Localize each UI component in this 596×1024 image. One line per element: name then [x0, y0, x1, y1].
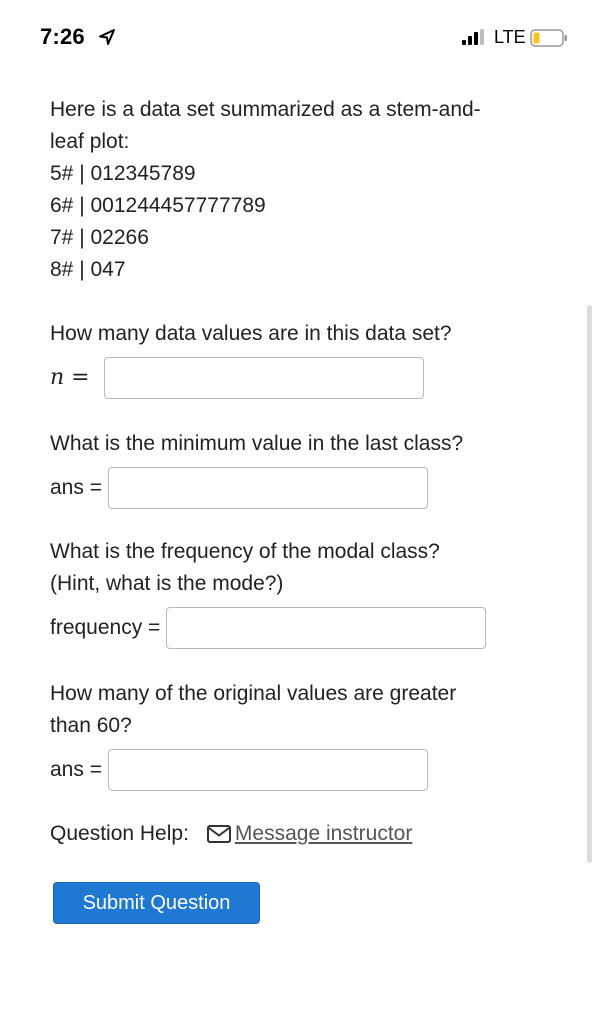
help-label: Question Help:: [50, 822, 189, 845]
mail-icon: [206, 825, 231, 843]
question-line: What is the frequency of the modal class…: [50, 540, 440, 563]
location-arrow-icon: [99, 29, 115, 45]
battery-icon: [530, 29, 567, 47]
question-3: What is the frequency of the modal class…: [50, 536, 570, 652]
question-text: How many of the original values are grea…: [50, 678, 570, 742]
question-2: What is the minimum value in the last cl…: [50, 428, 570, 512]
scrollbar[interactable]: [587, 305, 592, 863]
stem-value: 7#: [50, 226, 74, 249]
question-4: How many of the original values are grea…: [50, 678, 570, 794]
intro-line: Here is a data set summarized as a stem-…: [50, 98, 481, 121]
submit-question-button[interactable]: Submit Question: [53, 882, 260, 924]
status-bar: 7:26 LTE: [0, 0, 596, 76]
answer-label: ans =: [50, 476, 102, 499]
question-text: How many data values are in this data se…: [50, 322, 452, 345]
question-line: How many of the original values are grea…: [50, 682, 457, 705]
stem-row: 6# | 001244457777789: [50, 194, 266, 217]
intro-line: leaf plot:: [50, 130, 130, 153]
leaf-values: 047: [90, 258, 126, 281]
frequency-input[interactable]: [166, 607, 487, 649]
intro-text: Here is a data set summarized as a stem-…: [50, 94, 570, 158]
leaf-values: 001244457777789: [90, 194, 266, 217]
stem-row: 7# | 02266: [50, 226, 149, 249]
question-line: than 60?: [50, 714, 132, 737]
stem-leaf-plot: 5# | 012345789 6# | 001244457777789 7# |…: [50, 158, 570, 286]
question-help: Question Help: Message instructor: [50, 822, 412, 846]
stem-value: 5#: [50, 162, 74, 185]
status-time: 7:26: [40, 24, 85, 49]
answer-label: n =: [50, 365, 90, 390]
leaf-values: 012345789: [90, 162, 196, 185]
network-label: LTE: [494, 27, 526, 47]
n-input[interactable]: [103, 357, 424, 399]
question-text: What is the minimum value in the last cl…: [50, 432, 464, 455]
stem-value: 6#: [50, 194, 74, 217]
question-line: (Hint, what is the mode?): [50, 572, 284, 595]
answer-row: ans =: [50, 464, 570, 512]
stem-row: 8# | 047: [50, 258, 126, 281]
min-value-input[interactable]: [107, 467, 428, 509]
leaf-values: 02266: [90, 226, 149, 249]
answer-row: frequency =: [50, 604, 570, 652]
signal-bars-icon: [462, 29, 484, 45]
stem-row: 5# | 012345789: [50, 162, 196, 185]
answer-row: n =: [50, 354, 570, 402]
message-instructor-link[interactable]: Message instructor: [235, 822, 412, 846]
question-text: What is the frequency of the modal class…: [50, 536, 570, 600]
answer-label: ans =: [50, 758, 102, 781]
question-content: Here is a data set summarized as a stem-…: [50, 94, 570, 794]
question-1: How many data values are in this data se…: [50, 318, 570, 402]
answer-row: ans =: [50, 746, 570, 794]
greater-than-60-input[interactable]: [107, 749, 428, 791]
answer-label: frequency =: [50, 616, 161, 639]
stem-value: 8#: [50, 258, 74, 281]
